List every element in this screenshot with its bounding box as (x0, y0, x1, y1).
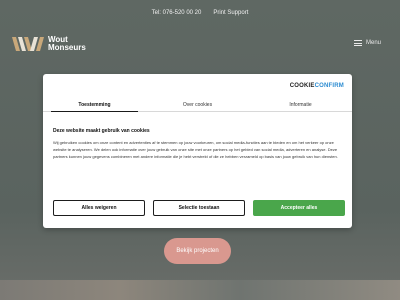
dialog-tabs: Toestemming Over cookies Informatie (43, 98, 352, 112)
tab-toestemming[interactable]: Toestemming (43, 98, 146, 112)
wm-logo-icon (12, 37, 44, 51)
site-logo[interactable]: Wout Monseurs (12, 36, 86, 52)
phone-link[interactable]: Tel: 076-520 00 20 (152, 10, 202, 16)
cookie-consent-dialog: COOKIECONFIRM Toestemming Over cookies I… (43, 74, 352, 228)
dialog-header: COOKIECONFIRM (43, 74, 352, 96)
logo-wordmark: Wout Monseurs (48, 36, 86, 52)
menu-label: Menu (365, 40, 381, 46)
accept-all-button[interactable]: Accepteer alles (253, 200, 345, 216)
top-contact-bar: Tel: 076-520 00 20 Print Support (0, 8, 400, 18)
print-support-link[interactable]: Print Support (213, 10, 248, 16)
dialog-buttons: Alles weigeren Selectie toestaan Accepte… (53, 200, 345, 216)
reject-all-button[interactable]: Alles weigeren (53, 200, 145, 216)
view-projects-button[interactable]: Bekijk projecten (164, 238, 231, 264)
tab-informatie[interactable]: Informatie (249, 98, 352, 111)
hamburger-icon (353, 40, 362, 46)
brand-part-2: CONFIRM (314, 83, 344, 89)
cookieconfirm-logo: COOKIECONFIRM (290, 83, 344, 89)
logo-line-2: Monseurs (48, 43, 86, 52)
brand-part-1: COOKIE (289, 83, 315, 89)
allow-selection-button[interactable]: Selectie toestaan (153, 200, 245, 216)
tab-over-cookies[interactable]: Over cookies (146, 98, 249, 111)
dialog-description: Wij gebruiken cookies om onze content en… (53, 140, 338, 159)
menu-button[interactable]: Menu (353, 40, 381, 46)
dialog-title: Deze website maakt gebruik van cookies (53, 128, 150, 134)
hero-image-strip (0, 280, 400, 300)
